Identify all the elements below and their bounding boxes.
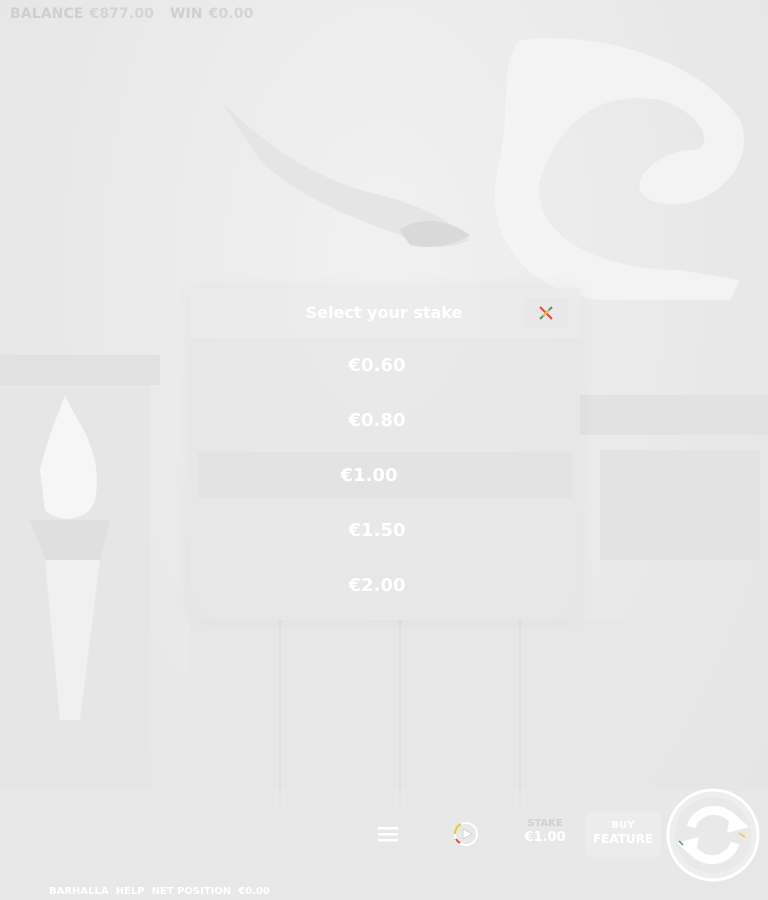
autoplay-button[interactable]: [452, 820, 480, 848]
help-link[interactable]: HELP: [116, 886, 145, 897]
close-icon: [539, 306, 553, 320]
win-value: €0.00: [208, 6, 254, 22]
spin-arrows-icon: [666, 788, 760, 882]
stake-option[interactable]: €0.80: [190, 397, 580, 443]
close-button[interactable]: [524, 298, 568, 328]
stake-label: STAKE: [527, 818, 563, 829]
modal-header: Select your stake: [190, 288, 580, 338]
balance-label: BALANCE: [10, 6, 84, 22]
stake-option[interactable]: €1.50: [190, 507, 580, 553]
stake-option-label: €1.00: [340, 464, 398, 486]
net-position-value: €0.00: [238, 885, 270, 897]
stake-option-selected[interactable]: €1.00: [198, 452, 572, 498]
stake-selector-modal: Select your stake €0.60 €0.80 €1.00 €1.5…: [190, 288, 580, 618]
hamburger-menu-icon: [378, 827, 398, 842]
stake-option[interactable]: €2.00: [190, 562, 580, 608]
win-label: WIN: [170, 6, 203, 22]
net-position-label: NET POSITION: [151, 885, 232, 897]
stake-option[interactable]: €0.60: [190, 342, 580, 388]
modal-title: Select your stake: [305, 303, 463, 322]
buy-feature-line2: FEATURE: [592, 832, 654, 846]
stake-option-label: €0.60: [348, 354, 406, 376]
autoplay-icon: [453, 822, 478, 846]
game-name: BARHALLA: [49, 885, 109, 897]
footer-bar: BARHALLA HELP NET POSITION €0.00: [49, 884, 270, 898]
spin-button[interactable]: [665, 787, 761, 883]
stake-option-label: €0.80: [348, 409, 406, 431]
balance-bar: BALANCE €877.00 WIN €0.00: [10, 5, 263, 23]
game-screen: BALANCE €877.00 WIN €0.00 Select your st…: [0, 0, 768, 900]
balance-value: €877.00: [89, 6, 154, 22]
stake-button[interactable]: STAKE €1.00: [520, 818, 570, 850]
menu-button[interactable]: [376, 822, 400, 846]
stake-option-label: €1.50: [348, 519, 406, 541]
buy-feature-line1: BUY: [611, 820, 635, 831]
stake-option-label: €2.00: [348, 574, 406, 596]
stake-value: €1.00: [524, 830, 566, 845]
buy-feature-button[interactable]: BUY FEATURE: [585, 812, 661, 857]
